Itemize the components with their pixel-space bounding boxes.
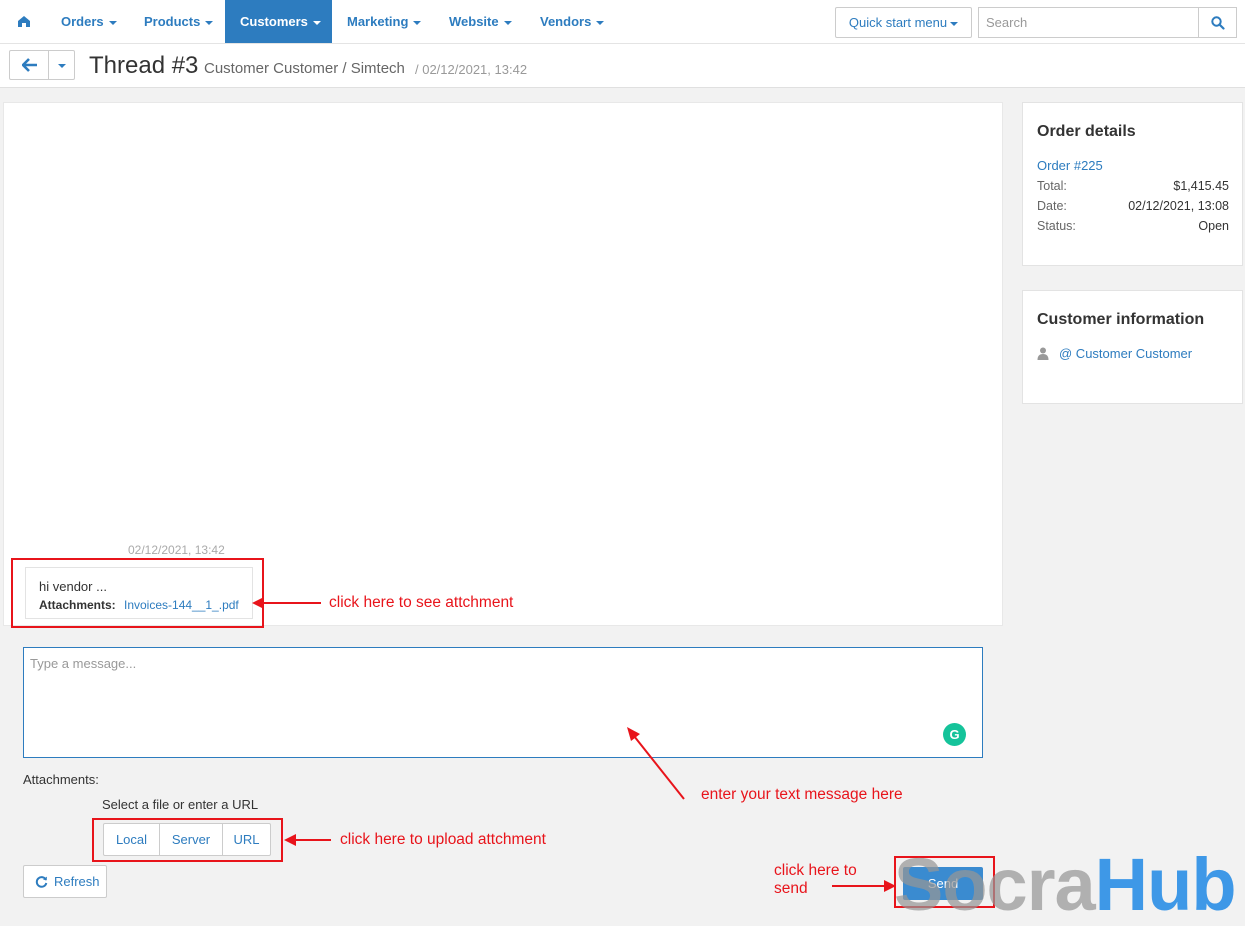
refresh-button[interactable]: Refresh <box>23 865 107 898</box>
page-date: / 02/12/2021, 13:42 <box>415 62 528 77</box>
watermark-part1: Socra <box>894 843 1096 926</box>
annotation-message-text: enter your text message here <box>701 786 903 803</box>
customer-info-title: Customer information <box>1037 311 1205 328</box>
attachments-label: Attachments: <box>23 772 99 787</box>
refresh-label: Refresh <box>54 874 100 889</box>
search-button[interactable] <box>1198 7 1237 38</box>
grammarly-icon[interactable]: G <box>943 723 966 746</box>
annotation-box-attachment <box>11 558 264 628</box>
annotation-attachment-text: click here to see attchment <box>329 594 514 611</box>
nav-website[interactable]: Website <box>434 0 527 43</box>
back-button[interactable] <box>9 50 49 80</box>
order-link[interactable]: Order #225 <box>1037 158 1103 173</box>
order-total-label: Total: <box>1037 179 1067 193</box>
order-details-card: Order details Order #225 Total: $1,415.4… <box>1022 102 1243 266</box>
chevron-down-icon <box>950 21 959 26</box>
back-dropdown-button[interactable] <box>48 50 75 80</box>
arrow-up-left-icon <box>627 727 685 800</box>
chevron-down-icon <box>312 20 321 25</box>
nav-vendors[interactable]: Vendors <box>525 0 619 43</box>
chevron-down-icon <box>596 20 605 25</box>
nav-marketing-label: Marketing <box>347 14 409 29</box>
user-icon <box>1037 347 1049 360</box>
arrow-right-icon <box>832 880 896 892</box>
home-icon[interactable] <box>14 12 34 32</box>
customer-link[interactable]: @ Customer Customer <box>1059 346 1192 361</box>
nav-products-label: Products <box>144 14 201 29</box>
nav-website-label: Website <box>449 14 499 29</box>
socrahub-watermark-logo: SocraHub <box>894 848 1237 922</box>
search-icon <box>1211 16 1225 30</box>
nav-vendors-label: Vendors <box>540 14 592 29</box>
nav-orders[interactable]: Orders <box>46 0 132 43</box>
chevron-down-icon <box>503 20 512 25</box>
search-input[interactable] <box>978 7 1199 38</box>
annotation-box-upload <box>92 818 283 862</box>
refresh-icon <box>35 876 48 888</box>
annotation-send-text-line2: send <box>774 880 808 897</box>
message-input[interactable] <box>23 647 983 758</box>
chevron-down-icon <box>205 20 214 25</box>
nav-products[interactable]: Products <box>129 0 228 43</box>
quick-start-menu-button[interactable]: Quick start menu <box>835 7 972 38</box>
order-total-value: $1,415.45 <box>1173 179 1229 193</box>
search-box <box>978 7 1237 38</box>
nav-customers[interactable]: Customers <box>225 0 332 43</box>
customer-info-card: Customer information @ Customer Customer <box>1022 290 1243 404</box>
chevron-down-icon <box>58 64 66 68</box>
page-title: Thread #3 <box>89 52 199 79</box>
arrow-left-icon <box>22 58 37 72</box>
top-navigation: Orders Products Customers Marketing Webs… <box>0 0 1245 44</box>
title-bar: Thread #3 Customer Customer / Simtech / … <box>0 44 1245 88</box>
order-status-value: Open <box>1198 219 1229 233</box>
quick-start-label: Quick start menu <box>848 15 948 30</box>
nav-customers-label: Customers <box>240 14 308 29</box>
arrow-left-icon <box>252 597 321 609</box>
file-hint: Select a file or enter a URL <box>102 797 259 812</box>
message-timestamp: 02/12/2021, 13:42 <box>128 543 225 557</box>
arrow-left-icon <box>284 834 331 846</box>
nav-orders-label: Orders <box>61 14 104 29</box>
order-date-label: Date: <box>1037 199 1067 213</box>
chevron-down-icon <box>108 20 117 25</box>
order-details-title: Order details <box>1037 123 1136 140</box>
annotation-upload-text: click here to upload attchment <box>340 831 546 848</box>
nav-marketing[interactable]: Marketing <box>332 0 436 43</box>
chevron-down-icon <box>413 20 422 25</box>
page-subtitle: Customer Customer / Simtech <box>204 60 405 77</box>
order-date-value: 02/12/2021, 13:08 <box>1128 199 1229 213</box>
watermark-part2: Hub <box>1094 843 1237 926</box>
order-status-label: Status: <box>1037 219 1076 233</box>
